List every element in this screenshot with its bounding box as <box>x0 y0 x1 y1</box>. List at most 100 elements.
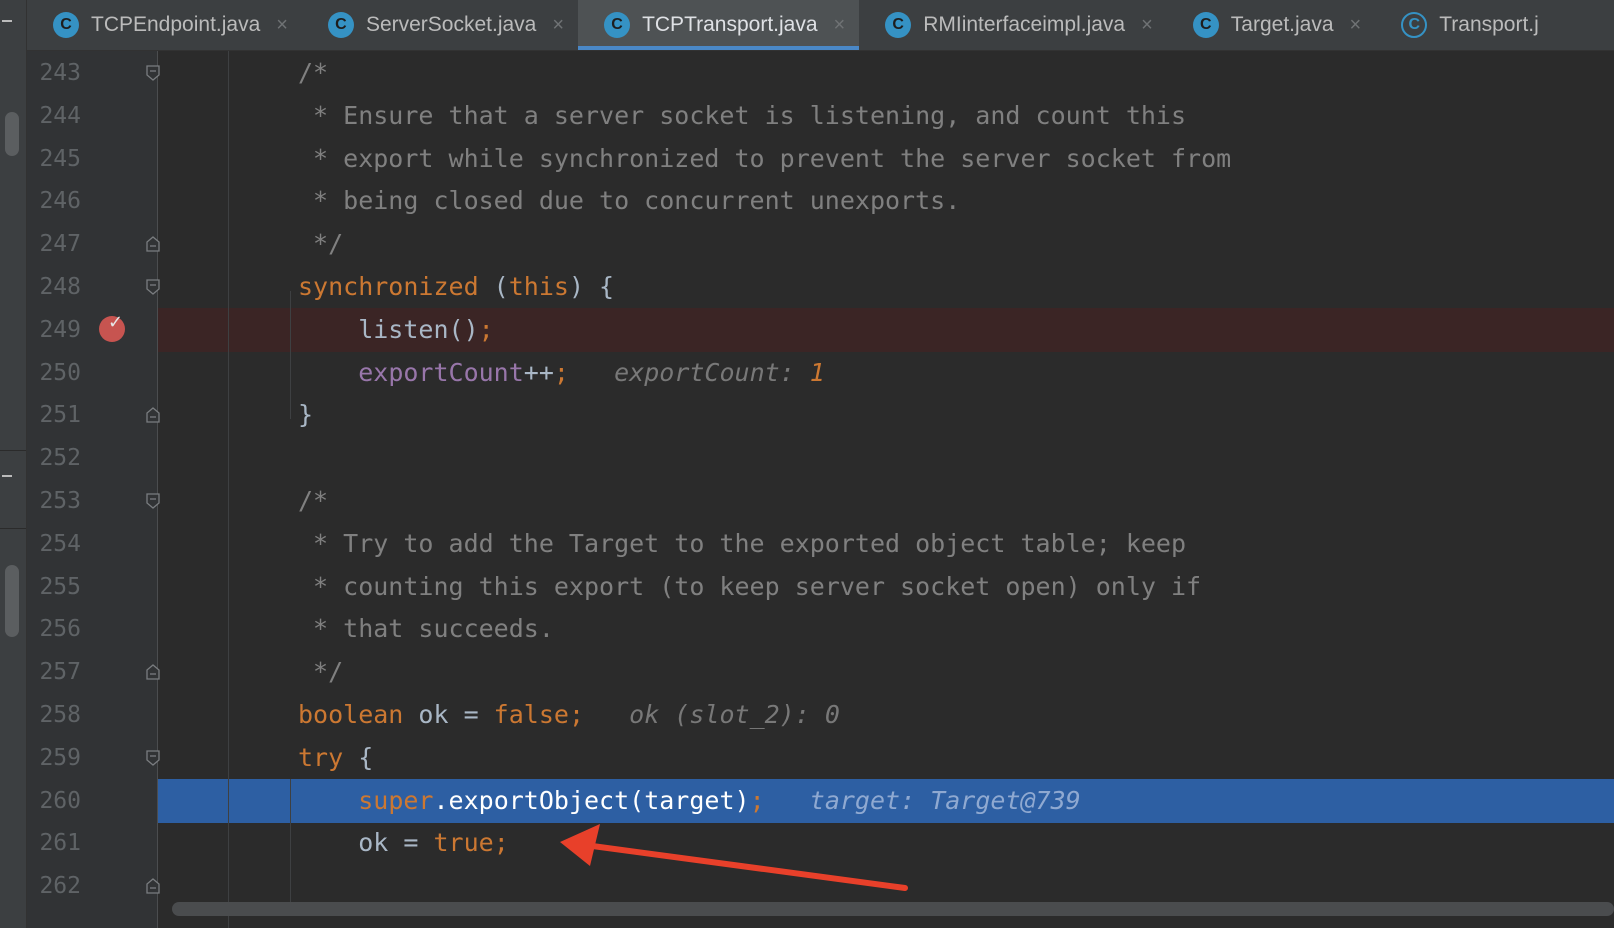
gutter-line: 251 <box>27 393 157 437</box>
code-token: * export while synchronized to prevent t… <box>298 143 1232 173</box>
class-icon: C <box>53 12 79 38</box>
gutter-line: 259 <box>27 736 157 780</box>
fold-icon[interactable] <box>146 236 160 252</box>
code-token: /* <box>298 486 329 515</box>
line-number: 254 <box>39 530 81 557</box>
divider <box>0 450 26 451</box>
code-text: try { <box>298 736 373 780</box>
code-text: super.exportObject(target); target: Targ… <box>298 779 1080 823</box>
code-token: ; <box>478 314 494 344</box>
code-line: try { <box>158 736 1614 780</box>
code-token: * counting this export (to keep server s… <box>298 571 1202 601</box>
gutter-line: 257 <box>27 650 157 694</box>
code-token: try <box>298 742 344 772</box>
close-icon[interactable]: × <box>1141 14 1153 37</box>
close-icon[interactable]: × <box>276 14 288 37</box>
code-token: ; <box>749 785 765 815</box>
line-number: 246 <box>39 188 81 215</box>
code-token: false <box>493 700 569 729</box>
gutter-line: 245 <box>27 137 157 181</box>
fold-icon[interactable] <box>146 279 160 295</box>
gutter-line: 253 <box>27 479 157 523</box>
code-token: ok = <box>403 700 494 729</box>
scroll-thumb[interactable] <box>5 112 19 156</box>
code-token: ok = <box>298 828 434 858</box>
code-token: ok (slot_2): 0 <box>584 700 840 729</box>
tab-2[interactable]: C TCPTransport.java × <box>578 0 860 50</box>
code-line: boolean ok = false; ok (slot_2): 0 <box>158 693 1614 737</box>
abstract-class-icon: C <box>1401 12 1428 38</box>
indent-guide <box>290 290 291 420</box>
code-token: ( <box>478 272 509 301</box>
tab-4[interactable]: C Target.java × <box>1167 0 1375 50</box>
line-number: 249 <box>39 316 81 343</box>
code-token: ; <box>553 357 569 387</box>
gutter-line: 258 <box>27 693 157 737</box>
tab-label: Target.java <box>1230 13 1334 36</box>
fold-icon[interactable] <box>146 750 160 766</box>
line-number: 248 <box>39 274 81 300</box>
gutter-line: 247 <box>27 222 157 266</box>
close-icon[interactable]: × <box>552 14 564 37</box>
gutter-line: 248 <box>27 265 157 309</box>
horizontal-scrollbar[interactable] <box>172 902 1614 916</box>
line-number: 250 <box>39 359 81 386</box>
fold-icon[interactable] <box>146 878 160 894</box>
tab-1[interactable]: C ServerSocket.java × <box>302 0 578 50</box>
code-token: ++ <box>523 357 554 387</box>
breakpoint-icon[interactable]: ✓ <box>99 312 125 342</box>
gutter-line: 262 <box>27 864 157 908</box>
line-number: 252 <box>39 445 81 472</box>
code-token: * that succeeds. <box>298 614 554 644</box>
editor-tab-bar: C TCPEndpoint.java × C ServerSocket.java × C TC… <box>27 0 1614 51</box>
code-editor[interactable]: /* * Ensure that a server socket is list… <box>158 51 1614 928</box>
code-line: /* <box>158 51 1614 95</box>
line-number: 257 <box>39 659 81 686</box>
code-token: synchronized <box>298 272 479 301</box>
gutter-line: 252 <box>27 436 157 480</box>
fold-icon[interactable] <box>146 493 160 509</box>
code-token: ; <box>568 700 584 729</box>
tab-3[interactable]: C RMIinterfaceimpl.java × <box>859 0 1167 50</box>
code-token: 1 <box>809 357 825 387</box>
scroll-thumb[interactable] <box>5 565 19 637</box>
code-line: listen(); <box>158 307 1614 352</box>
code-line: */ <box>158 222 1614 266</box>
code-token: /* <box>298 58 329 87</box>
gutter-line: 254 <box>27 522 157 566</box>
tab-5[interactable]: C Transport.j <box>1375 0 1553 50</box>
code-token: true <box>433 828 494 858</box>
fold-icon[interactable] <box>146 664 160 680</box>
check-icon: ✓ <box>108 311 124 333</box>
line-number: 255 <box>39 573 81 600</box>
code-text: * export while synchronized to prevent t… <box>298 137 1231 181</box>
class-icon: C <box>885 12 912 38</box>
code-token: ) { <box>568 272 615 301</box>
code-text: * counting this export (to keep server s… <box>298 565 1201 609</box>
code-line: * being closed due to concurrent unexpor… <box>158 179 1614 223</box>
minimize-icon[interactable] <box>2 20 12 22</box>
gutter-line: 256 <box>27 607 157 651</box>
code-line: synchronized (this) { <box>158 265 1614 309</box>
code-text: * Try to add the Target to the exported … <box>298 522 1186 566</box>
code-text: } <box>298 393 313 437</box>
code-text: boolean ok = false; ok (slot_2): 0 <box>298 693 840 737</box>
tab-0[interactable]: C TCPEndpoint.java × <box>27 0 302 50</box>
fold-icon[interactable] <box>146 407 160 424</box>
fold-icon[interactable] <box>146 65 160 81</box>
left-tool-strip <box>0 0 27 928</box>
gutter-line: 261 <box>27 821 157 865</box>
line-number-gutter: 243 244 245 246 247 248 249 250 251 252 253 254 255 2… <box>27 51 157 928</box>
code-token: exportCount <box>358 357 524 387</box>
tab-label: ServerSocket.java <box>365 13 537 36</box>
divider <box>0 528 26 529</box>
minimize-icon[interactable] <box>2 475 12 477</box>
line-number: 251 <box>39 402 81 429</box>
close-icon[interactable]: × <box>834 14 846 37</box>
indent-guide <box>290 778 291 907</box>
close-icon[interactable]: × <box>1350 14 1362 37</box>
code-token: */ <box>298 657 344 687</box>
code-line: /* <box>158 479 1614 523</box>
